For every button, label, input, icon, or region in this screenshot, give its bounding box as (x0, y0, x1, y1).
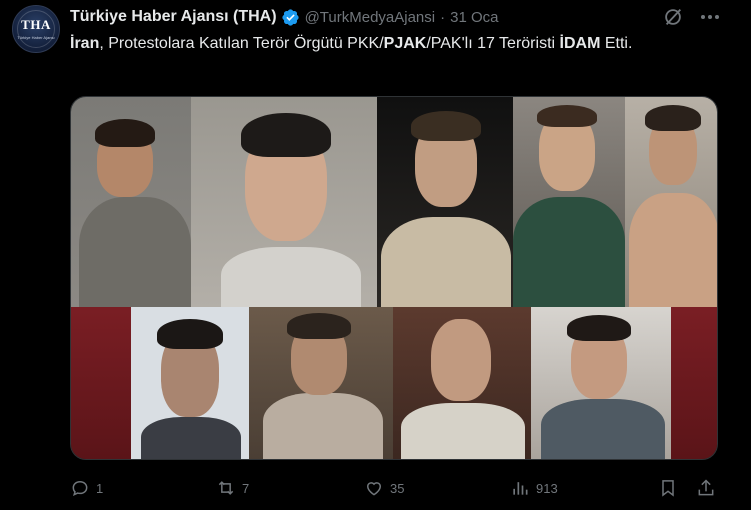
media-photo (71, 307, 131, 459)
media-photo (191, 97, 377, 307)
like-count: 35 (390, 480, 405, 496)
media-photo (531, 307, 671, 459)
tweet-text-part: PJAK (383, 35, 427, 52)
media-photo (513, 97, 625, 307)
tweet-header: Türkiye Haber Ajansı (THA) @TurkMedyaAja… (70, 6, 498, 28)
tweet-text: İran, Protestolara Katılan Terör Örgütü … (70, 33, 720, 55)
reply-count: 1 (96, 480, 104, 496)
heart-icon (366, 482, 382, 496)
bookmark-icon (662, 480, 674, 497)
view-count: 913 (536, 480, 558, 496)
media-photo (393, 307, 531, 459)
tweet-date[interactable]: 31 Oca (450, 9, 498, 26)
verified-badge-icon[interactable] (281, 8, 300, 27)
media-photo (377, 97, 513, 307)
share-button[interactable] (696, 476, 716, 500)
tweet-text-part: /PAK'lı 17 Teröristi (426, 35, 560, 52)
separator-dot: · (440, 8, 446, 26)
media-photo (249, 307, 393, 459)
bookmark-button[interactable] (658, 476, 678, 500)
tweet-text-part: , Protestolara Katılan Terör Örgütü PKK/ (99, 35, 384, 52)
grok-icon[interactable] (662, 6, 684, 28)
reply-icon (72, 480, 88, 497)
repost-icon (218, 481, 234, 495)
display-name[interactable]: Türkiye Haber Ajansı (THA) (70, 8, 277, 26)
avatar-logo-subtitle: Türkiye Haber Ajansı (17, 35, 55, 40)
like-button[interactable]: 35 (364, 476, 404, 500)
views-button[interactable]: 913 (510, 476, 558, 500)
more-options-icon[interactable] (698, 6, 722, 28)
tweet-text-part: Etti. (600, 35, 633, 52)
media-photo (71, 97, 191, 307)
media-photo (671, 307, 717, 459)
tweet-text-part: İran (70, 35, 100, 52)
analytics-icon (513, 482, 528, 495)
tweet-actions-bar: 1 7 35 913 (70, 476, 720, 500)
media-photo (625, 97, 717, 307)
tweet-text-part: İDAM (559, 35, 601, 52)
tweet-media-image[interactable] (70, 96, 718, 460)
user-handle[interactable]: @TurkMedyaAjansi (305, 9, 436, 26)
reply-button[interactable]: 1 (70, 476, 103, 500)
media-photo (131, 307, 249, 459)
avatar[interactable]: THA Türkiye Haber Ajansı (12, 5, 60, 53)
repost-count: 7 (242, 480, 250, 496)
avatar-logo-text: THA (21, 17, 51, 32)
repost-button[interactable]: 7 (216, 476, 249, 500)
share-icon (698, 479, 714, 496)
